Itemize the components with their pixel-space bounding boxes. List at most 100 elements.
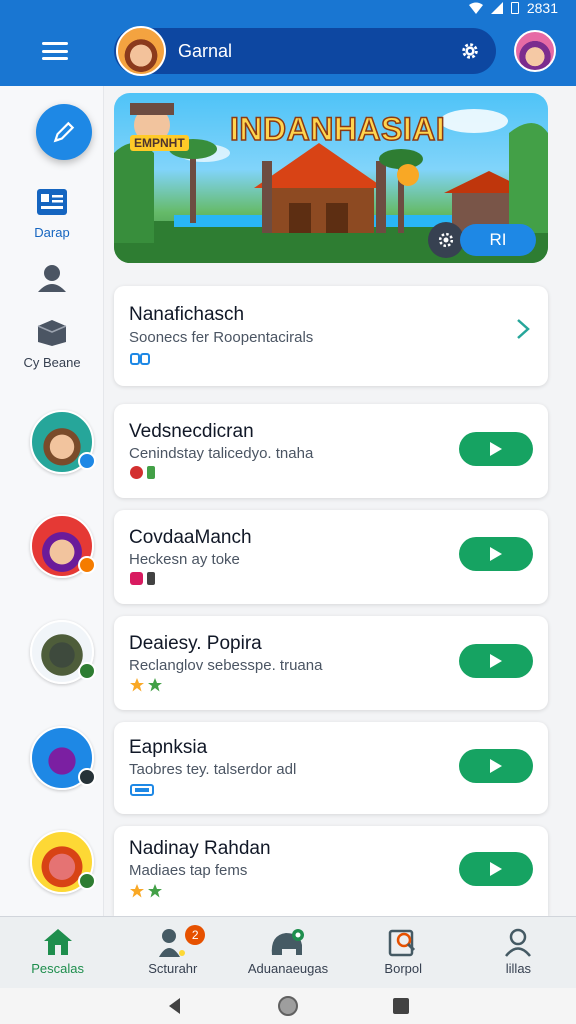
list-item[interactable]: Eapnksia Taobres tey. talserdor adl [114, 722, 548, 814]
bottom-nav: Pescalas 2 Scturahr Aduanaeugas Borpol l… [0, 916, 576, 988]
sidebar-item-profile[interactable] [0, 262, 104, 297]
wifi-icon [468, 2, 483, 14]
sidebar-avatar-1[interactable] [30, 410, 96, 474]
play-icon [490, 654, 502, 668]
star-icon [130, 884, 144, 898]
list-item[interactable]: Deaiesy. Popira Reclanglov sebesspe. tru… [114, 616, 548, 710]
item-subtitle: Reclanglov sebesspe. truana [129, 657, 323, 674]
tab-label: Scturahr [148, 961, 198, 976]
settings-button[interactable] [456, 37, 484, 65]
tab-adventures[interactable]: Aduanaeugas [230, 917, 345, 988]
menu-button[interactable] [40, 38, 70, 64]
green-bar-icon [147, 466, 155, 479]
status-badge [78, 768, 96, 786]
tab-home[interactable]: Pescalas [0, 917, 115, 988]
tab-search[interactable]: 2 Scturahr [115, 917, 230, 988]
profile-avatar[interactable] [514, 30, 556, 72]
tab-label: lillas [505, 961, 532, 976]
recents-icon[interactable] [392, 997, 410, 1015]
back-icon[interactable] [166, 997, 184, 1015]
status-badge [78, 556, 96, 574]
app-bar: 2831 Garnal [0, 0, 576, 86]
pen-icon [53, 121, 75, 143]
banner-action-button[interactable]: RI [460, 224, 536, 256]
red-dot-icon [130, 466, 143, 479]
item-tags [130, 678, 162, 692]
pink-tag-icon [130, 572, 143, 585]
sidebar-avatar-5[interactable] [30, 830, 96, 894]
tab-label: Pescalas [31, 961, 84, 976]
star-icon [148, 884, 162, 898]
banner-settings-button[interactable] [428, 222, 464, 258]
home-icon [43, 929, 72, 955]
play-icon [490, 862, 502, 876]
id-card-icon [37, 189, 67, 215]
item-tags [130, 884, 162, 898]
elephant-icon [271, 929, 304, 955]
gear-icon [438, 232, 454, 248]
signal-icon [490, 2, 503, 14]
status-bar: 2831 [468, 0, 558, 16]
item-subtitle: Madiaes tap fems [129, 862, 248, 879]
home-circle-icon[interactable] [277, 995, 299, 1017]
banner-title: INDANHASIAI [229, 110, 446, 148]
sidebar: Darap Cy Beane [0, 86, 104, 916]
person-icon [38, 265, 66, 292]
list-item[interactable]: Vedsnecdicran Cenindstay talicedyo. tnah… [114, 404, 548, 498]
play-icon [490, 759, 502, 773]
sidebar-avatar-3[interactable] [30, 620, 96, 684]
status-badge [78, 662, 96, 680]
battery-icon [510, 2, 519, 14]
play-icon [490, 442, 502, 456]
sidebar-item-cy-beane[interactable]: Cy Beane [0, 318, 104, 370]
grey-tag-icon [147, 572, 155, 585]
app-avatar [116, 26, 166, 76]
item-tags [130, 352, 150, 366]
status-badge [78, 872, 96, 890]
banner-sign: EMPNHT [130, 135, 189, 151]
item-title: Nanafichasch [129, 304, 245, 325]
play-button[interactable] [459, 537, 533, 571]
app-title-pill[interactable]: Garnal [114, 26, 496, 76]
item-title: Vedsnecdicran [129, 421, 254, 442]
item-tags [130, 784, 154, 796]
item-title: CovdaaManch [129, 527, 252, 548]
status-badge [78, 452, 96, 470]
star-icon [130, 678, 144, 692]
sidebar-item-label: Cy Beane [23, 355, 81, 370]
sidebar-item-darap[interactable]: Darap [0, 188, 104, 240]
play-button[interactable] [459, 644, 533, 678]
chevron-right-icon[interactable] [516, 318, 530, 340]
play-button[interactable] [459, 852, 533, 886]
item-tags [130, 572, 155, 585]
gear-icon [462, 43, 478, 59]
list-item[interactable]: Nanafichasch Soonecs fer Roopentacirals [114, 286, 548, 386]
user-icon [505, 928, 532, 957]
tab-borpol[interactable]: Borpol [346, 917, 461, 988]
box-icon [37, 320, 67, 346]
star-icon [148, 678, 162, 692]
tab-label: Borpol [384, 961, 422, 976]
item-subtitle: Cenindstay talicedyo. tnaha [129, 445, 314, 462]
sidebar-avatar-4[interactable] [30, 726, 96, 790]
play-button[interactable] [459, 432, 533, 466]
tab-label: Aduanaeugas [247, 961, 329, 976]
play-button[interactable] [459, 749, 533, 783]
compose-button[interactable] [36, 104, 92, 160]
sidebar-avatar-2[interactable] [30, 514, 96, 578]
system-navigation [0, 988, 576, 1024]
item-title: Nadinay Rahdan [129, 838, 271, 859]
sidebar-item-label: Darap [34, 225, 70, 240]
list-item[interactable]: CovdaaManch Heckesn ay toke [114, 510, 548, 604]
item-tags [130, 466, 155, 479]
list-item[interactable]: Nadinay Rahdan Madiaes tap fems [114, 826, 548, 916]
item-subtitle: Heckesn ay toke [129, 551, 240, 568]
tab-profile[interactable]: lillas [461, 917, 576, 988]
tag-icon [130, 784, 154, 796]
banner-button-label: RI [489, 230, 507, 249]
app-title: Garnal [178, 40, 233, 61]
notification-badge: 2 [185, 925, 206, 945]
item-subtitle: Taobres tey. talserdor adl [129, 761, 297, 778]
status-time: 2831 [526, 0, 558, 16]
item-title: Deaiesy. Popira [129, 633, 262, 654]
